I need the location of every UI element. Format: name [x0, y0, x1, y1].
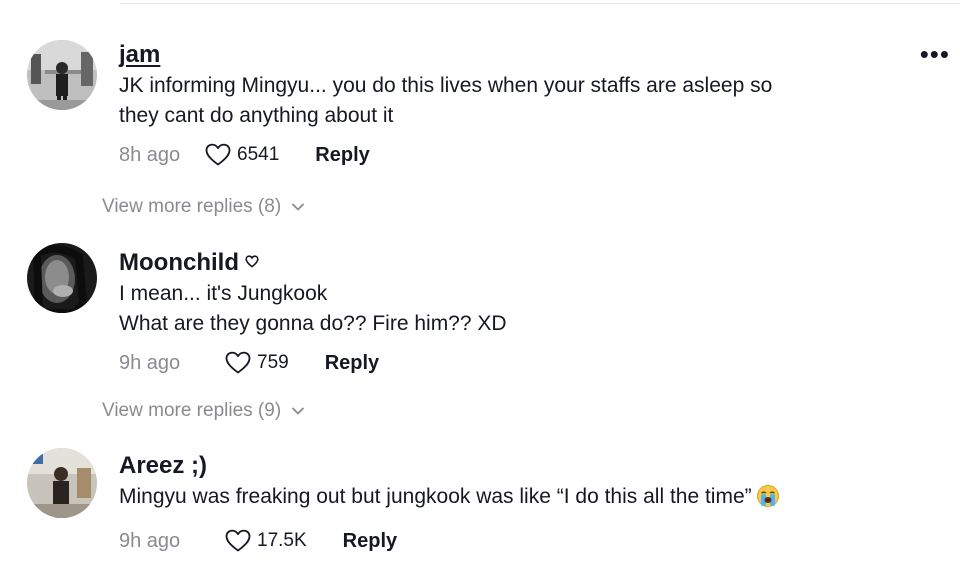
- view-more-replies-label: View more replies (8): [102, 196, 282, 217]
- reply-button[interactable]: Reply: [315, 144, 369, 167]
- comment-line: What are they gonna do?? Fire him?? XD: [119, 312, 507, 335]
- heart-outline-icon: [245, 247, 259, 275]
- username[interactable]: Areez ;): [119, 452, 207, 480]
- avatar[interactable]: [27, 243, 97, 313]
- avatar[interactable]: [27, 40, 97, 110]
- comment-meta: 9h ago 17.5K Reply: [119, 525, 920, 557]
- comment-text: JK informing Mingyu... you do this lives…: [119, 71, 920, 131]
- like-count: 17.5K: [257, 530, 307, 551]
- divider: [120, 3, 960, 4]
- like-count: 759: [257, 352, 289, 373]
- more-options-icon[interactable]: •••: [920, 41, 950, 67]
- comment-text: Mingyu was freaking out but jungkook was…: [119, 482, 920, 517]
- timestamp: 9h ago: [119, 351, 181, 374]
- chevron-down-icon: [291, 400, 305, 422]
- timestamp: 8h ago: [119, 143, 181, 166]
- reply-button[interactable]: Reply: [343, 530, 397, 553]
- username: Moonchild: [119, 247, 259, 277]
- heart-outline-icon: [205, 143, 231, 166]
- chevron-down-icon: [291, 196, 305, 218]
- comment-line: JK informing Mingyu... you do this lives…: [119, 74, 773, 97]
- like-button[interactable]: 6541: [205, 143, 279, 167]
- comment-meta: 9h ago 759 Reply: [119, 347, 920, 379]
- heart-outline-icon: [225, 351, 251, 374]
- comment-line: I mean... it's Jungkook: [119, 282, 328, 305]
- heart-outline-icon: [225, 529, 251, 552]
- view-more-replies-label: View more replies (9): [102, 400, 282, 421]
- view-more-replies[interactable]: View more replies (8): [102, 196, 305, 218]
- username[interactable]: jam: [119, 41, 160, 69]
- like-count: 6541: [237, 144, 280, 165]
- like-button[interactable]: 759: [225, 351, 289, 375]
- loudly-crying-face-icon: [756, 484, 780, 517]
- like-button[interactable]: 17.5K: [225, 529, 307, 553]
- username-text[interactable]: Moonchild: [119, 249, 239, 276]
- reply-button[interactable]: Reply: [325, 352, 379, 375]
- comment-line: they cant do anything about it: [119, 104, 394, 127]
- avatar[interactable]: [27, 448, 97, 518]
- comment-line: Mingyu was freaking out but jungkook was…: [119, 485, 752, 508]
- timestamp: 9h ago: [119, 529, 181, 552]
- comment-meta: 8h ago 6541 Reply: [119, 139, 920, 171]
- view-more-replies[interactable]: View more replies (9): [102, 400, 305, 422]
- comment-text: I mean... it's Jungkook What are they go…: [119, 279, 920, 339]
